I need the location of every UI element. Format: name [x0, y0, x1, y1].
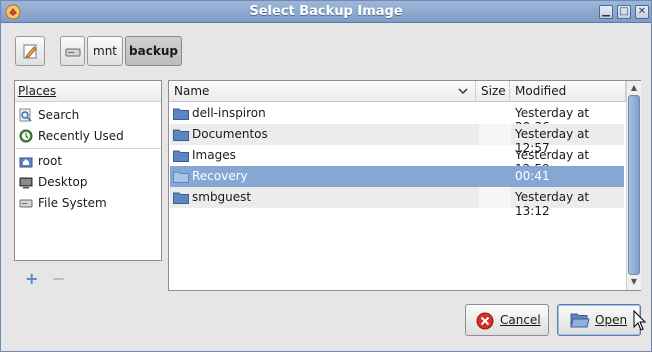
- file-name: Recovery: [192, 169, 248, 183]
- place-label: Desktop: [38, 175, 88, 189]
- table-row-selected[interactable]: Recovery 00:41: [170, 166, 624, 187]
- cancel-button[interactable]: Cancel: [465, 304, 549, 336]
- recent-icon: [19, 129, 33, 143]
- place-label: Recently Used: [38, 129, 124, 143]
- place-label: File System: [38, 196, 107, 210]
- folder-icon: [173, 171, 189, 183]
- column-header-modified[interactable]: Modified: [510, 81, 626, 102]
- file-name: smbguest: [192, 190, 252, 204]
- place-item-desktop[interactable]: Desktop: [18, 172, 160, 192]
- table-row[interactable]: dell-inspiron Yesterday at 20:36: [170, 103, 624, 134]
- minimize-button[interactable]: ▁: [599, 5, 613, 19]
- maximize-button[interactable]: □: [617, 5, 631, 19]
- home-icon: [19, 157, 33, 168]
- place-label: Search: [38, 108, 80, 122]
- table-row[interactable]: Images Yesterday at 12:59: [170, 145, 624, 176]
- cancel-label: Cancel: [500, 313, 541, 327]
- place-item-search[interactable]: Search: [18, 105, 160, 125]
- column-label: Modified: [515, 84, 567, 98]
- file-name: dell-inspiron: [192, 106, 266, 120]
- pencil-edit-icon: [23, 44, 37, 59]
- minimize-icon: ▁: [602, 6, 610, 17]
- scroll-up-icon[interactable]: ▲: [629, 83, 639, 93]
- size-cell: [479, 166, 511, 187]
- folder-icon: [173, 192, 189, 204]
- mouse-cursor-icon: [633, 310, 647, 331]
- open-folder-icon: [570, 313, 590, 328]
- window-title: Select Backup Image: [249, 4, 403, 19]
- places-sidebar: Places Search Recently Used root Desktop…: [14, 80, 162, 261]
- folder-icon: [173, 108, 189, 120]
- close-icon: ✕: [637, 6, 647, 17]
- remove-bookmark-button[interactable]: −: [52, 269, 65, 288]
- close-button[interactable]: ✕: [635, 5, 649, 19]
- column-header-name[interactable]: Name: [169, 81, 476, 102]
- breadcrumb-label: mnt: [93, 44, 117, 58]
- file-name: Documentos: [192, 127, 268, 141]
- scroll-thumb[interactable]: [628, 95, 640, 275]
- places-separator: [16, 148, 161, 149]
- breadcrumb-drive[interactable]: [60, 36, 85, 66]
- column-header-size[interactable]: Size: [476, 81, 510, 102]
- drive-icon: [65, 48, 81, 57]
- place-item-file-system[interactable]: File System: [18, 193, 160, 213]
- place-item-recently-used[interactable]: Recently Used: [18, 126, 160, 146]
- folder-icon: [173, 129, 189, 141]
- size-cell: [479, 103, 511, 124]
- sort-chevron-down-icon: [458, 88, 468, 95]
- file-chooser-dialog: Select Backup Image ▁ □ ✕ mnt backup Pla…: [0, 0, 652, 352]
- size-cell: [479, 124, 511, 145]
- table-row[interactable]: Documentos Yesterday at 12:57: [170, 124, 624, 155]
- size-cell: [479, 187, 511, 208]
- folder-icon: [173, 150, 189, 162]
- size-cell: [479, 145, 511, 166]
- title-bar[interactable]: Select Backup Image ▁ □ ✕: [1, 1, 651, 23]
- places-header[interactable]: Places: [15, 81, 161, 102]
- column-label: Name: [174, 84, 210, 98]
- file-modified: Yesterday at 13:12: [515, 190, 590, 218]
- scroll-down-icon[interactable]: ▼: [629, 277, 639, 287]
- vertical-scrollbar[interactable]: ▲ ▼: [626, 81, 641, 290]
- open-label: Open: [595, 313, 628, 327]
- breadcrumb-mnt[interactable]: mnt: [87, 36, 123, 66]
- maximize-icon: □: [619, 6, 629, 17]
- place-item-root[interactable]: root: [18, 151, 160, 171]
- file-list: Name Size Modified dell-inspiron Yesterd…: [168, 80, 641, 291]
- drive-icon: [19, 199, 33, 208]
- column-label: Size: [481, 84, 506, 98]
- breadcrumb-label: backup: [129, 44, 178, 58]
- file-modified: 00:41: [515, 169, 550, 183]
- desktop-icon: [19, 177, 33, 189]
- places-header-label: Places: [18, 84, 57, 98]
- add-bookmark-button[interactable]: +: [25, 269, 38, 288]
- type-location-button[interactable]: [15, 36, 45, 66]
- search-icon: [19, 108, 32, 122]
- file-name: Images: [192, 148, 236, 162]
- open-button[interactable]: Open: [557, 304, 641, 336]
- place-label: root: [38, 154, 63, 168]
- cancel-icon: [476, 312, 494, 330]
- breadcrumb-backup[interactable]: backup: [125, 36, 182, 66]
- table-row[interactable]: smbguest Yesterday at 13:12: [170, 187, 624, 218]
